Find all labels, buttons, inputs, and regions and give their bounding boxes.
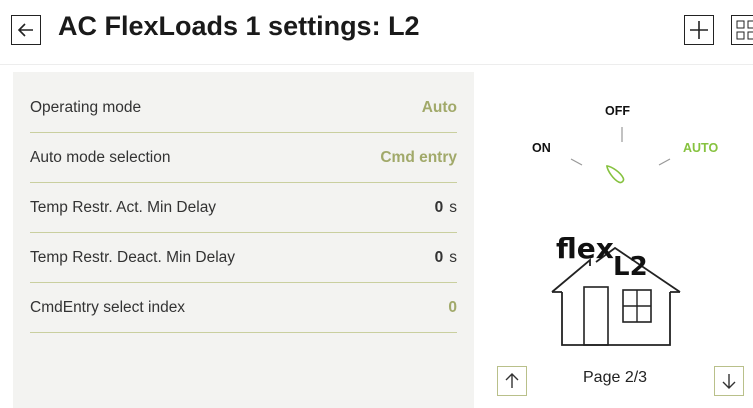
house-sub-label: L2 <box>613 252 648 282</box>
setting-unit: s <box>449 198 457 216</box>
setting-row-cmdentry-select-index[interactable]: CmdEntry select index 0 <box>30 283 457 333</box>
setting-value: 0 <box>434 198 444 216</box>
setting-label: Temp Restr. Deact. Min Delay <box>30 248 236 266</box>
header: AC FlexLoads 1 settings: L2 <box>0 0 753 64</box>
header-divider <box>0 64 753 65</box>
setting-value-group: 0s <box>435 249 457 267</box>
back-button[interactable] <box>11 15 41 45</box>
switch-label-off: OFF <box>605 104 630 118</box>
setting-row-temp-restr-deact-min-delay[interactable]: Temp Restr. Deact. Min Delay 0s <box>30 233 457 283</box>
setting-value: Auto <box>421 98 457 116</box>
grid-icon <box>736 20 753 40</box>
setting-value: Cmd entry <box>380 148 457 166</box>
setting-row-temp-restr-act-min-delay[interactable]: Temp Restr. Act. Min Delay 0s <box>30 183 457 233</box>
setting-value-group: 0s <box>435 199 457 217</box>
setting-row-auto-mode-selection[interactable]: Auto mode selection Cmd entry <box>30 133 457 183</box>
page-title: AC FlexLoads 1 settings: L2 <box>58 11 420 41</box>
setting-label: Operating mode <box>30 98 142 116</box>
page-up-button[interactable] <box>497 366 527 396</box>
house-brand-label: flex <box>556 232 614 265</box>
arrow-up-icon <box>505 373 519 388</box>
grid-view-button[interactable] <box>731 15 753 45</box>
switch-label-auto: AUTO <box>683 141 719 155</box>
switch-label-on: ON <box>532 141 551 155</box>
setting-value: 0 <box>448 298 457 316</box>
settings-panel: Operating mode Auto Auto mode selection … <box>13 72 474 408</box>
setting-unit: s <box>449 248 457 266</box>
plus-icon <box>690 21 708 39</box>
setting-row-operating-mode[interactable]: Operating mode Auto <box>30 83 457 133</box>
add-button[interactable] <box>684 15 714 45</box>
setting-value: 0 <box>434 248 444 266</box>
switch-knob-icon[interactable] <box>604 163 625 184</box>
arrow-down-icon <box>722 374 736 389</box>
page-down-button[interactable] <box>714 366 744 396</box>
page-indicator: Page 2/3 <box>583 369 648 386</box>
setting-label: CmdEntry select index <box>30 298 186 316</box>
arrow-left-icon <box>17 23 33 37</box>
setting-label: Temp Restr. Act. Min Delay <box>30 198 217 216</box>
setting-label: Auto mode selection <box>30 148 171 166</box>
